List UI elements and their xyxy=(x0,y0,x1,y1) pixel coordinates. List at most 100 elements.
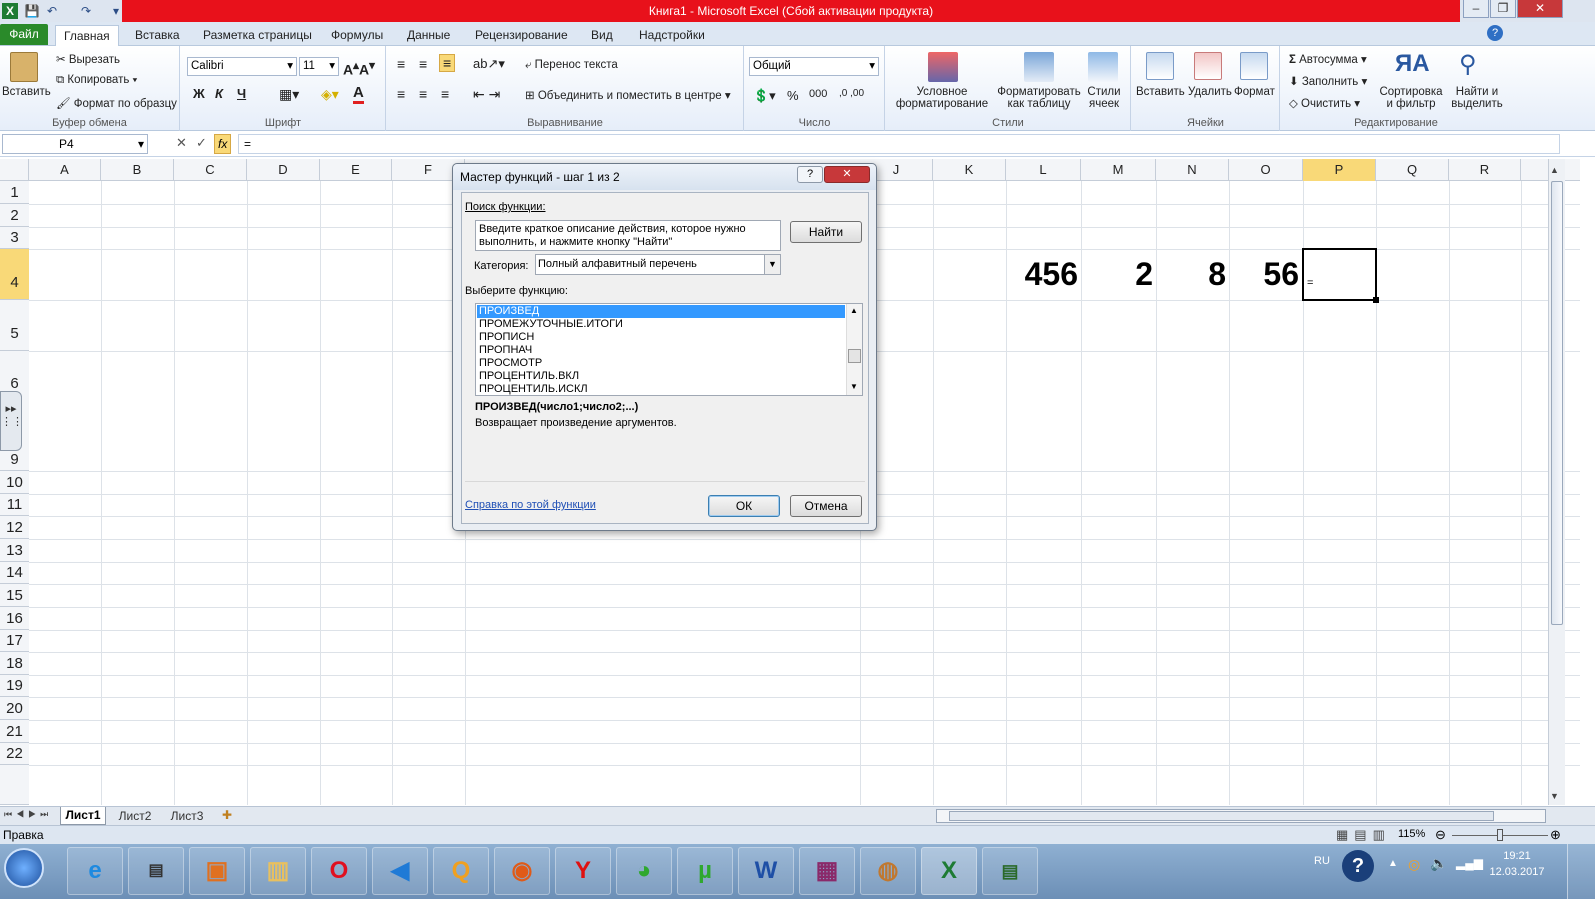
row-header[interactable]: 18 xyxy=(0,652,29,675)
column-header[interactable]: O xyxy=(1229,159,1303,181)
font-name-select[interactable]: Calibri ▾ xyxy=(187,57,297,76)
row-header[interactable]: 16 xyxy=(0,607,29,630)
cell-M4[interactable]: 2 xyxy=(1081,256,1153,293)
clear-button[interactable]: ◇ Очистить ▾ xyxy=(1289,96,1360,110)
winrar-icon[interactable]: ▦ xyxy=(799,847,855,895)
list-item[interactable]: ПРОПИСН xyxy=(477,331,845,344)
sheet-tab-2[interactable]: Лист2 xyxy=(112,808,158,825)
indent-icon[interactable]: ⇤ ⇥ xyxy=(473,86,500,103)
find-select-button[interactable]: Найти и выделить xyxy=(1447,86,1507,110)
underline-button[interactable]: Ч xyxy=(237,86,246,101)
list-item[interactable]: ПРОЦЕНТИЛЬ.ИСКЛ xyxy=(477,383,845,395)
merge-center-button[interactable]: ⊞ Объединить и поместить в центре ▾ xyxy=(525,88,731,102)
search-input[interactable]: Введите краткое описание действия, котор… xyxy=(475,220,781,251)
align-left-icon[interactable]: ≡ xyxy=(397,86,405,102)
start-button-icon[interactable] xyxy=(4,848,44,888)
column-header[interactable]: A xyxy=(29,159,101,181)
cell-N4[interactable]: 8 xyxy=(1156,256,1226,293)
paste-icon[interactable] xyxy=(10,52,38,82)
zoom-out-icon[interactable]: ⊖ xyxy=(1435,827,1446,843)
format-table-icon[interactable] xyxy=(1024,52,1054,82)
currency-icon[interactable]: 💲▾ xyxy=(753,88,776,104)
function-list[interactable]: ПРОИЗВЕД ПРОМЕЖУТОЧНЫЕ.ИТОГИ ПРОПИСН ПРО… xyxy=(475,303,863,396)
help-icon[interactable]: ? xyxy=(1487,25,1503,41)
volume-icon[interactable]: 🔈 xyxy=(1430,855,1447,872)
cut-button[interactable]: ✂ Вырезать xyxy=(56,52,120,66)
format-painter-button[interactable]: 🖌 Формат по образцу xyxy=(56,96,177,110)
tab-page-layout[interactable]: Разметка страницы xyxy=(195,25,320,46)
autosum-button[interactable]: Σ Автосумма ▾ xyxy=(1289,52,1367,66)
yandex-icon[interactable]: Y xyxy=(555,847,611,895)
column-header[interactable]: K xyxy=(933,159,1006,181)
scroll-thumb[interactable] xyxy=(1551,181,1563,625)
font-size-select[interactable]: 11 ▾ xyxy=(299,57,339,76)
scroll-up-icon[interactable]: ▲ xyxy=(1550,165,1559,175)
list-item[interactable]: ПРОСМОТР xyxy=(477,357,845,370)
clock-date[interactable]: 12.03.2017 xyxy=(1486,866,1548,878)
format-cells-button[interactable]: Формат xyxy=(1234,86,1275,98)
name-box[interactable]: P4 ▾ xyxy=(2,134,148,154)
search-app-icon[interactable]: Q xyxy=(433,847,489,895)
column-header[interactable]: L xyxy=(1006,159,1081,181)
insert-cells-icon[interactable] xyxy=(1146,52,1174,80)
orientation-icon[interactable]: ab↗▾ xyxy=(473,56,505,72)
tab-formulas[interactable]: Формулы xyxy=(323,25,391,46)
word-icon[interactable]: W xyxy=(738,847,794,895)
insert-cells-button[interactable]: Вставить xyxy=(1136,86,1185,98)
cell-styles-icon[interactable] xyxy=(1088,52,1118,82)
row-header[interactable]: 15 xyxy=(0,584,29,607)
column-header[interactable]: E xyxy=(320,159,392,181)
sound-icon[interactable]: ◀ xyxy=(372,847,428,895)
formula-input[interactable]: = xyxy=(238,134,1560,154)
ok-button[interactable]: ОК xyxy=(708,495,780,517)
sort-filter-button[interactable]: Сортировка и фильтр xyxy=(1379,86,1443,110)
format-cells-icon[interactable] xyxy=(1240,52,1268,80)
list-item-selected[interactable]: ПРОИЗВЕД xyxy=(477,305,845,318)
row-header[interactable]: 20 xyxy=(0,697,29,720)
insert-function-button[interactable]: fx xyxy=(214,134,232,154)
column-header[interactable]: N xyxy=(1156,159,1229,181)
tab-data[interactable]: Данные xyxy=(399,25,458,46)
sheet-tab-1[interactable]: Лист1 xyxy=(60,807,106,825)
column-header[interactable]: Q xyxy=(1376,159,1449,181)
vertical-scrollbar[interactable]: ▲ ▼ xyxy=(1548,159,1565,805)
list-scrollbar[interactable]: ▲ ▼ xyxy=(846,304,862,395)
zoom-slider-thumb[interactable] xyxy=(1497,829,1503,841)
close-button[interactable]: ✕ xyxy=(1517,0,1563,18)
sheet-nav-icon[interactable]: ⏮◀▶⏭ xyxy=(4,809,52,820)
align-middle-icon[interactable]: ≡ xyxy=(419,56,427,72)
sheet-tab-3[interactable]: Лист3 xyxy=(164,808,210,825)
show-desktop-button[interactable] xyxy=(1567,844,1595,899)
tab-insert[interactable]: Вставка xyxy=(127,25,188,46)
cancel-entry-icon[interactable]: ✕ xyxy=(176,135,187,151)
help-tray-icon[interactable]: ? xyxy=(1342,850,1374,882)
row-header[interactable]: 10 xyxy=(0,471,29,494)
chevron-down-icon[interactable]: ▼ xyxy=(764,255,780,274)
copy-button[interactable]: ⧉ Копировать ▾ xyxy=(56,74,137,87)
fill-color-icon[interactable]: ◈▾ xyxy=(321,86,339,103)
horizontal-scrollbar[interactable] xyxy=(936,809,1546,823)
cell-L4[interactable]: 456 xyxy=(1006,256,1078,293)
row-header[interactable]: 17 xyxy=(0,630,29,652)
align-top-icon[interactable]: ≡ xyxy=(397,56,405,72)
explorer-icon[interactable]: ▥ xyxy=(250,847,306,895)
tab-view[interactable]: Вид xyxy=(583,25,621,46)
conditional-format-icon[interactable] xyxy=(928,52,958,82)
fill-handle[interactable] xyxy=(1373,297,1379,303)
clock-time[interactable]: 19:21 xyxy=(1486,850,1548,862)
format-as-table-button[interactable]: Форматировать как таблицу xyxy=(994,86,1084,110)
row-header[interactable]: 3 xyxy=(0,227,29,249)
tab-home[interactable]: Главная xyxy=(55,25,119,46)
redo-icon[interactable]: ↷ xyxy=(78,3,94,19)
list-item[interactable]: ПРОЦЕНТИЛЬ.ВКЛ xyxy=(477,370,845,383)
column-header[interactable]: D xyxy=(247,159,320,181)
active-cell-P4[interactable]: = xyxy=(1302,248,1377,301)
scroll-up-icon[interactable]: ▲ xyxy=(850,306,858,315)
list-item[interactable]: ПРОПНАЧ xyxy=(477,344,845,357)
new-sheet-icon[interactable]: ✚ xyxy=(222,808,232,822)
save-icon[interactable]: 💾 xyxy=(24,3,40,19)
row-header[interactable]: 12 xyxy=(0,516,29,539)
network-icon[interactable]: ▂▄▆ xyxy=(1456,856,1483,870)
dialog-close-button[interactable]: ✕ xyxy=(824,166,870,183)
tab-file[interactable]: Файл xyxy=(0,24,48,45)
